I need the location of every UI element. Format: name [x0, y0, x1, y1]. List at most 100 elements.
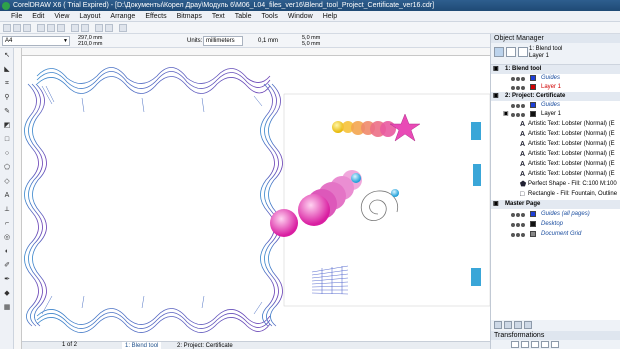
- menu-tools[interactable]: Tools: [256, 13, 282, 20]
- layer-visibility-icons[interactable]: [511, 85, 527, 90]
- horizontal-ruler[interactable]: [14, 48, 490, 56]
- tree-master-page[interactable]: ▣ Master Page: [491, 200, 620, 209]
- rotate-transform-icon[interactable]: [521, 341, 529, 348]
- tree-layer-layer1[interactable]: Layer 1: [491, 83, 620, 92]
- redo-icon[interactable]: [81, 24, 89, 32]
- shape-tool-icon[interactable]: ◣: [3, 66, 11, 74]
- pick-tool-icon[interactable]: ↖: [3, 52, 11, 60]
- new-document-icon[interactable]: [3, 24, 11, 32]
- tree-layer-guides-all-pages[interactable]: Guides (all pages): [491, 210, 620, 219]
- copy-icon[interactable]: [47, 24, 55, 32]
- layer-visibility-icons[interactable]: [511, 222, 527, 227]
- nudge-distance-field[interactable]: 0,1 mm: [258, 38, 278, 44]
- outline-pen-tool-icon[interactable]: ✒: [3, 276, 11, 284]
- layer-visibility-icons[interactable]: [511, 212, 527, 217]
- basic-shapes-tool-icon[interactable]: ◇: [3, 178, 11, 186]
- tree-object-text[interactable]: A Artistic Text: Lobster (Normal) (E: [491, 130, 620, 139]
- menu-file[interactable]: File: [6, 13, 27, 20]
- menu-arrange[interactable]: Arrange: [105, 13, 140, 20]
- tree-page-certificate[interactable]: ▣ 2: Project: Certificate: [491, 92, 620, 101]
- tree-layer-guides[interactable]: Guides: [491, 101, 620, 110]
- new-master-layer-all-icon[interactable]: [514, 321, 522, 329]
- layer-manager-view-icon[interactable]: [518, 47, 528, 57]
- tree-object-text[interactable]: A Artistic Text: Lobster (Normal) (E: [491, 170, 620, 179]
- page-size-select[interactable]: A4 ▼: [2, 36, 70, 46]
- tree-layer-desktop[interactable]: Desktop: [491, 220, 620, 229]
- new-master-layer-icon[interactable]: [504, 321, 512, 329]
- units-select[interactable]: millimeters: [203, 36, 243, 46]
- object-tree[interactable]: ▣ 1: Blend tool Guides Layer 1 ▣ 2: Proj…: [491, 65, 620, 320]
- rectangle-tool-icon[interactable]: □: [3, 136, 11, 144]
- freehand-tool-icon[interactable]: ✎: [3, 108, 11, 116]
- show-object-properties-icon[interactable]: [494, 47, 504, 57]
- transparency-tool-icon[interactable]: ◐: [3, 248, 11, 256]
- clipped-object-middle[interactable]: [473, 164, 481, 186]
- collapse-icon[interactable]: ▣: [493, 92, 499, 101]
- fill-tool-icon[interactable]: ◆: [3, 290, 11, 298]
- duplicate-distance[interactable]: 5,0 mm 5,0 mm: [302, 35, 320, 47]
- collapse-icon[interactable]: ▣: [493, 65, 499, 74]
- page-height-field[interactable]: 210,0 mm: [78, 41, 102, 47]
- edit-across-layers-icon[interactable]: [506, 47, 516, 57]
- import-icon[interactable]: [95, 24, 103, 32]
- tree-layer-guides[interactable]: Guides: [491, 74, 620, 83]
- collapse-icon[interactable]: ▣: [503, 110, 509, 119]
- menu-layout[interactable]: Layout: [74, 13, 105, 20]
- tree-object-rectangle[interactable]: □ Rectangle - Fill: Fountain, Outline: [491, 190, 620, 199]
- blend-tool-icon[interactable]: ◎: [3, 234, 11, 242]
- position-transform-icon[interactable]: [511, 341, 519, 348]
- new-layer-icon[interactable]: [494, 321, 502, 329]
- clipped-object-bottom[interactable]: [471, 268, 481, 286]
- cyan-ball[interactable]: [391, 189, 399, 197]
- tree-object-text[interactable]: A Artistic Text: Lobster (Normal) (E: [491, 150, 620, 159]
- delete-icon[interactable]: [524, 321, 532, 329]
- collapse-icon[interactable]: ▣: [493, 200, 499, 209]
- layer-visibility-icons[interactable]: [511, 112, 527, 117]
- menu-help[interactable]: Help: [318, 13, 342, 20]
- ellipse-tool-icon[interactable]: ○: [3, 150, 11, 158]
- menu-text[interactable]: Text: [207, 13, 230, 20]
- tree-object-perfect-shape[interactable]: ⬟ Perfect Shape - Fill: C:100 M:100: [491, 180, 620, 189]
- tree-layer-layer1[interactable]: ▣ Layer 1: [491, 110, 620, 119]
- vertical-ruler[interactable]: [14, 48, 22, 349]
- eyedropper-tool-icon[interactable]: ✐: [3, 262, 11, 270]
- cut-icon[interactable]: [37, 24, 45, 32]
- smart-fill-tool-icon[interactable]: ◩: [3, 122, 11, 130]
- pink-ball[interactable]: [270, 209, 298, 237]
- tree-object-text[interactable]: A Artistic Text: Lobster (Normal) (E: [491, 120, 620, 129]
- menu-view[interactable]: View: [49, 13, 74, 20]
- polygon-tool-icon[interactable]: ⬠: [3, 164, 11, 172]
- tree-page-blend-tool[interactable]: ▣ 1: Blend tool: [491, 65, 620, 74]
- tree-object-text[interactable]: A Artistic Text: Lobster (Normal) (E: [491, 160, 620, 169]
- menu-table[interactable]: Table: [230, 13, 257, 20]
- paste-icon[interactable]: [57, 24, 65, 32]
- drawing-canvas[interactable]: [22, 56, 490, 341]
- layer-visibility-icons[interactable]: [511, 103, 527, 108]
- tree-layer-document-grid[interactable]: Document Grid: [491, 230, 620, 239]
- menu-edit[interactable]: Edit: [27, 13, 49, 20]
- connector-tool-icon[interactable]: ⌐: [3, 220, 11, 228]
- zoom-tool-icon[interactable]: ⚲: [3, 94, 11, 102]
- text-tool-icon[interactable]: A: [3, 192, 11, 200]
- duplicate-y-field[interactable]: 5,0 mm: [302, 41, 320, 47]
- blend-frame[interactable]: [24, 67, 283, 333]
- parallel-dimension-tool-icon[interactable]: ⟂: [3, 206, 11, 214]
- crop-tool-icon[interactable]: ⌗: [3, 80, 11, 88]
- save-icon[interactable]: [23, 24, 31, 32]
- interactive-fill-tool-icon[interactable]: ▦: [3, 304, 11, 312]
- page-dimensions[interactable]: 297,0 mm 210,0 mm: [78, 35, 102, 47]
- menu-bitmaps[interactable]: Bitmaps: [172, 13, 207, 20]
- tree-object-text[interactable]: A Artistic Text: Lobster (Normal) (E: [491, 140, 620, 149]
- menu-window[interactable]: Window: [283, 13, 318, 20]
- undo-icon[interactable]: [71, 24, 79, 32]
- layer-visibility-icons[interactable]: [511, 232, 527, 237]
- skew-transform-icon[interactable]: [551, 341, 559, 348]
- export-icon[interactable]: [105, 24, 113, 32]
- open-icon[interactable]: [13, 24, 21, 32]
- clipped-object-top[interactable]: [471, 122, 481, 140]
- scale-transform-icon[interactable]: [531, 341, 539, 348]
- zoom-level-icon[interactable]: [119, 24, 127, 32]
- layer-visibility-icons[interactable]: [511, 76, 527, 81]
- size-transform-icon[interactable]: [541, 341, 549, 348]
- menu-effects[interactable]: Effects: [140, 13, 171, 20]
